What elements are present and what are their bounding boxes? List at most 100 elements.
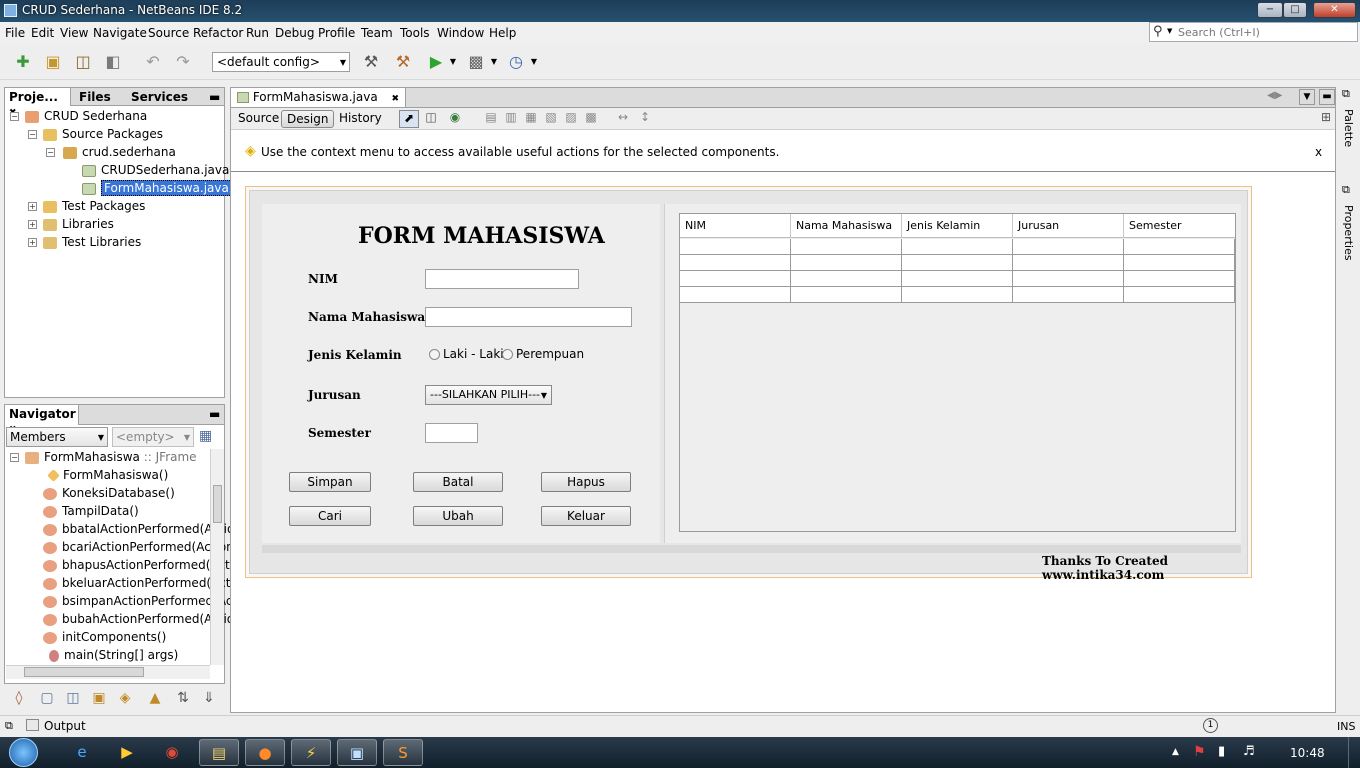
chevron-down-icon[interactable]: ▼ [528,51,540,73]
center-horizontal-icon[interactable]: ▦ [521,110,541,128]
restore-window-icon[interactable]: ⧉ [1342,87,1350,101]
tree-collapse-icon[interactable]: − [10,112,19,121]
menu-edit[interactable]: Edit [31,26,54,40]
notifications-icon[interactable]: 1 [1203,718,1218,733]
table-cell[interactable] [902,255,1013,271]
properties-tab[interactable]: Properties [1342,205,1355,261]
nim-field[interactable] [425,269,579,289]
show-hidden-icons[interactable]: ▲ [1172,747,1179,757]
table-cell[interactable] [1013,239,1124,255]
menu-navigate[interactable]: Navigate [93,26,147,40]
members-filter-select[interactable]: Members ▼ [6,427,108,447]
align-right-icon[interactable]: ▥ [501,110,521,128]
undo-icon[interactable]: ↶ [142,51,164,73]
tree-expand-icon[interactable]: + [28,238,37,247]
horizontal-scrollbar[interactable] [6,665,210,679]
tree-item-source-packages[interactable]: Source Packages [43,127,163,141]
column-header-nim[interactable]: NIM [680,214,791,238]
minimize-panel-icon[interactable]: ▬ [205,88,224,106]
filter-static-icon[interactable]: ◫ [62,687,84,709]
output-tab[interactable]: Output [44,719,86,733]
debug-icon[interactable]: ▩ [465,51,487,73]
filter-javadoc-icon[interactable]: ▲ [144,687,166,709]
table-row[interactable] [680,255,1235,271]
center-vertical-icon[interactable]: ▩ [581,110,601,128]
tab-formmahasiswa-java[interactable]: FormMahasiswa.java ✖ [231,88,407,107]
tab-projects[interactable]: Proje... ✖ [5,88,71,118]
filter-fields-icon[interactable]: ▢ [36,687,58,709]
sort-by-source-icon[interactable]: ⇓ [198,687,220,709]
menu-window[interactable]: Window [437,26,484,40]
tree-item-project[interactable]: CRUD Sederhana [25,109,147,123]
filter-inherited-icon[interactable]: ◊ [8,687,30,709]
list-item[interactable]: initComponents() [43,630,166,644]
menu-help[interactable]: Help [489,26,516,40]
column-header-semester[interactable]: Semester [1124,214,1235,238]
winamp-icon[interactable]: ⚡ [291,739,331,766]
selection-mode-icon[interactable]: ⬈ [399,110,419,128]
tab-services[interactable]: Services [127,88,192,106]
table-cell[interactable] [1124,287,1235,303]
profile-icon[interactable]: ◷ [505,51,527,73]
save-all-icon[interactable]: ◧ [102,51,124,73]
menu-debug[interactable]: Debug [275,26,314,40]
semester-field[interactable] [425,423,478,443]
keluar-button[interactable]: Keluar [541,506,631,526]
scroll-tabs-icon[interactable]: ◀▶ [1267,90,1295,104]
palette-tab[interactable]: Palette [1342,109,1355,147]
clean-build-icon[interactable]: ⚒ [392,51,414,73]
table-cell[interactable] [902,239,1013,255]
minimize-button[interactable]: − [1257,2,1283,18]
table-cell[interactable] [680,271,791,287]
column-header-nama[interactable]: Nama Mahasiswa [791,214,902,238]
tree-collapse-icon[interactable]: − [10,453,19,462]
close-hint-button[interactable]: x [1315,145,1322,159]
new-file-icon[interactable]: ✚ [12,51,34,73]
tab-design[interactable]: Design [281,110,335,128]
scrollbar-thumb[interactable] [213,485,222,523]
radio-laki-laki[interactable]: Laki - Laki [429,347,504,361]
column-header-jenis-kelamin[interactable]: Jenis Kelamin [902,214,1013,238]
filter-private-icon[interactable]: ◈ [114,687,136,709]
table-cell[interactable] [1013,287,1124,303]
menu-tools[interactable]: Tools [400,26,430,40]
menu-source[interactable]: Source [148,26,189,40]
table-row[interactable] [680,271,1235,287]
empty-select[interactable]: <empty> ▼ [112,427,194,447]
align-bottom-icon[interactable]: ▨ [561,110,581,128]
vertical-resize-icon[interactable]: ↕ [635,110,655,128]
tree-item-formmahasiswa-java[interactable]: FormMahasiswa.java [82,180,232,196]
navigator-root[interactable]: FormMahasiswa :: JFrame [25,450,197,464]
table-cell[interactable] [1124,255,1235,271]
internet-explorer-icon[interactable]: e [62,739,102,766]
table-cell[interactable] [791,271,902,287]
media-player-icon[interactable]: ▶ [107,739,147,766]
scrollbar-thumb[interactable] [24,667,144,677]
batal-button[interactable]: Batal [413,472,503,492]
menu-view[interactable]: View [60,26,88,40]
expand-designer-icon[interactable]: ⊞ [1317,110,1335,128]
tree-collapse-icon[interactable]: − [46,148,55,157]
table-cell[interactable] [791,255,902,271]
menu-file[interactable]: File [5,26,25,40]
tree-collapse-icon[interactable]: − [28,130,37,139]
tree-item-package[interactable]: crud.sederhana [63,145,176,159]
menu-profile[interactable]: Profile [318,26,355,40]
table-cell[interactable] [1124,239,1235,255]
table-cell[interactable] [680,239,791,255]
action-center-icon[interactable]: ⚑ [1193,744,1206,760]
tab-history[interactable]: History [334,110,387,128]
tab-source[interactable]: Source [233,110,284,128]
connection-mode-icon[interactable]: ◫ [421,110,441,128]
build-hammer-icon[interactable]: ⚒ [360,51,382,73]
nama-field[interactable] [425,307,632,327]
navigator-options-icon[interactable]: ▦ [199,428,217,446]
tree-item-crudsederhana-java[interactable]: CRUDSederhana.java [82,163,229,177]
cari-button[interactable]: Cari [289,506,371,526]
restore-window-icon[interactable]: ⧉ [1342,183,1350,197]
tree-item-libraries[interactable]: Libraries [43,217,114,231]
run-icon[interactable]: ▶ [425,51,447,73]
tab-files[interactable]: Files [75,88,115,106]
chrome-icon[interactable]: ◉ [152,739,192,766]
align-left-icon[interactable]: ▤ [481,110,501,128]
